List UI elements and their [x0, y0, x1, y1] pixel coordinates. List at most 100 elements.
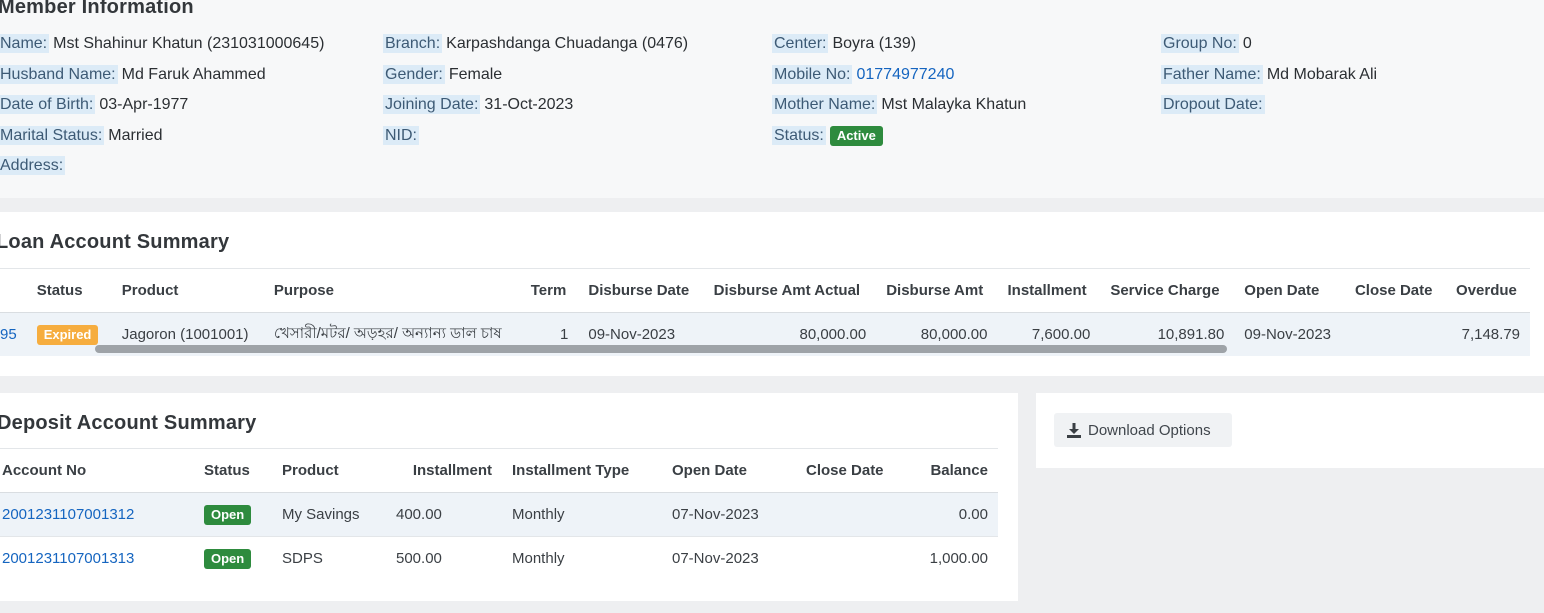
- branch-value: Karpashdanga Chuadanga (0476): [446, 35, 689, 52]
- field-label: Husband Name:: [0, 65, 118, 84]
- deposit-account-table: Account No Status Product Installment In…: [0, 448, 998, 581]
- field-label: Mother Name:: [772, 95, 878, 114]
- column-header[interactable]: Installment Type: [502, 449, 662, 493]
- open-badge: Open: [204, 548, 252, 569]
- loan-account-summary-title: Loan Account Summary: [0, 231, 230, 253]
- field-label: Center:: [772, 34, 829, 53]
- product-cell: My Savings: [282, 506, 360, 523]
- deposit-account-link[interactable]: 2001231107001312: [0, 493, 194, 537]
- center-field: Center: Boyra (139): [772, 33, 916, 55]
- balance-cell: 1,000.00: [929, 550, 988, 568]
- loan-account-link[interactable]: 95: [0, 313, 17, 357]
- open-date-cell: 09-Nov-2023: [1244, 326, 1332, 343]
- field-label: Gender:: [383, 65, 445, 84]
- member-information-title: Member Information: [0, 0, 194, 18]
- marital-status-value: Married: [108, 127, 163, 144]
- field-label: Address:: [0, 156, 66, 175]
- table-row: 2001231107001312 Open My Savings 400.00 …: [0, 492, 998, 537]
- installment-type-cell: Monthly: [512, 506, 565, 523]
- joining-date-field: Joining Date: 31-Oct-2023: [383, 94, 573, 116]
- overdue-cell: 7,148.79: [1461, 326, 1520, 343]
- center-value: Boyra (139): [832, 35, 917, 52]
- status-badge: Active: [829, 125, 883, 146]
- column-header[interactable]: Disburse Amt Actual: [704, 269, 877, 313]
- installment-cell: 500.00: [396, 550, 442, 568]
- deposit-account-summary-title: Deposit Account Summary: [0, 412, 257, 434]
- dropout-date-field: Dropout Date:: [1161, 94, 1269, 116]
- field-label: Branch:: [383, 34, 443, 53]
- column-header[interactable]: Installment: [386, 449, 502, 493]
- open-date-cell: 07-Nov-2023: [672, 550, 759, 568]
- column-header[interactable]: Open Date: [1234, 269, 1345, 313]
- column-header[interactable]: Product: [112, 269, 264, 313]
- open-badge: Open: [204, 504, 252, 525]
- column-header[interactable]: Service Charge: [1100, 269, 1234, 313]
- open-date-cell: 07-Nov-2023: [672, 506, 759, 523]
- branch-field: Branch: Karpashdanga Chuadanga (0476): [383, 33, 688, 55]
- date-of-birth-value: 03-Apr-1977: [99, 96, 189, 113]
- column-header[interactable]: Disburse Date: [578, 269, 703, 313]
- column-header[interactable]: Purpose: [264, 269, 521, 313]
- download-icon: [1067, 423, 1081, 438]
- gender-field: Gender: Female: [383, 64, 502, 86]
- table-header-row: Account No Status Product Installment In…: [0, 449, 998, 493]
- column-header[interactable]: Balance: [916, 449, 998, 493]
- father-name-value: Md Mobarak Ali: [1266, 66, 1378, 83]
- close-date-cell: [796, 493, 916, 537]
- group-no-value: 0: [1242, 35, 1252, 52]
- field-label: Mobile No:: [772, 65, 853, 84]
- installment-type-cell: Monthly: [512, 550, 565, 568]
- field-label: NID:: [383, 126, 419, 145]
- column-header[interactable]: Product: [272, 449, 386, 493]
- group-no-field: Group No: 0: [1161, 33, 1252, 55]
- field-label: Date of Birth:: [0, 95, 96, 114]
- mother-name-value: Mst Malayka Khatun: [881, 96, 1027, 113]
- field-label: Group No:: [1161, 34, 1239, 53]
- expired-badge: Expired: [36, 324, 99, 345]
- column-header[interactable]: Status: [194, 449, 272, 493]
- column-header[interactable]: Close Date: [796, 449, 916, 493]
- column-header[interactable]: Overdue: [1446, 269, 1530, 313]
- table-row: 2001231107001313 Open SDPS 500.00 Monthl…: [0, 537, 998, 581]
- joining-date-value: 31-Oct-2023: [484, 96, 574, 113]
- table-header-row: Status Product Purpose Term Disburse Dat…: [0, 269, 1530, 313]
- field-label: Name:: [0, 34, 50, 53]
- column-header[interactable]: Term: [521, 269, 579, 313]
- column-header[interactable]: Installment: [997, 269, 1100, 313]
- field-label: Father Name:: [1161, 65, 1263, 84]
- horizontal-scrollbar[interactable]: [95, 345, 1227, 353]
- close-date-cell: [1345, 313, 1446, 357]
- nid-field: NID:: [383, 125, 423, 147]
- close-date-cell: [796, 537, 916, 581]
- deposit-account-link[interactable]: 2001231107001313: [0, 537, 194, 581]
- member-name-value: Mst Shahinur Khatun (231031000645): [53, 35, 325, 52]
- column-header[interactable]: Account No: [0, 449, 194, 493]
- mobile-link[interactable]: 01774977240: [856, 66, 954, 83]
- gender-value: Female: [448, 66, 503, 83]
- status-cell: Open: [194, 493, 272, 537]
- loan-account-table: Status Product Purpose Term Disburse Dat…: [0, 268, 1530, 356]
- balance-cell: 0.00: [958, 506, 988, 523]
- husband-name-value: Md Faruk Ahammed: [121, 66, 266, 83]
- column-header[interactable]: Close Date: [1345, 269, 1446, 313]
- product-cell: SDPS: [282, 550, 323, 568]
- husband-name-field: Husband Name: Md Faruk Ahammed: [0, 64, 266, 86]
- download-options-label: Download Options: [1088, 421, 1211, 439]
- field-label: Status:: [772, 126, 826, 145]
- download-options-button[interactable]: Download Options: [1054, 413, 1232, 447]
- column-header[interactable]: Status: [17, 269, 112, 313]
- field-label: Marital Status:: [0, 126, 105, 145]
- column-header[interactable]: Open Date: [662, 449, 796, 493]
- date-of-birth-field: Date of Birth: 03-Apr-1977: [0, 94, 188, 116]
- installment-cell: 400.00: [396, 506, 442, 523]
- mobile-field: Mobile No: 01774977240: [772, 64, 954, 86]
- member-name-field: Name: Mst Shahinur Khatun (231031000645): [0, 33, 324, 55]
- mother-name-field: Mother Name: Mst Malayka Khatun: [772, 94, 1026, 116]
- address-field: Address:: [0, 155, 69, 177]
- field-label: Dropout Date:: [1161, 95, 1265, 114]
- column-header: [0, 269, 17, 313]
- field-label: Joining Date:: [383, 95, 481, 114]
- column-header[interactable]: Disburse Amt: [876, 269, 997, 313]
- status-cell: Open: [194, 537, 272, 581]
- status-field: Status: Active: [772, 125, 883, 147]
